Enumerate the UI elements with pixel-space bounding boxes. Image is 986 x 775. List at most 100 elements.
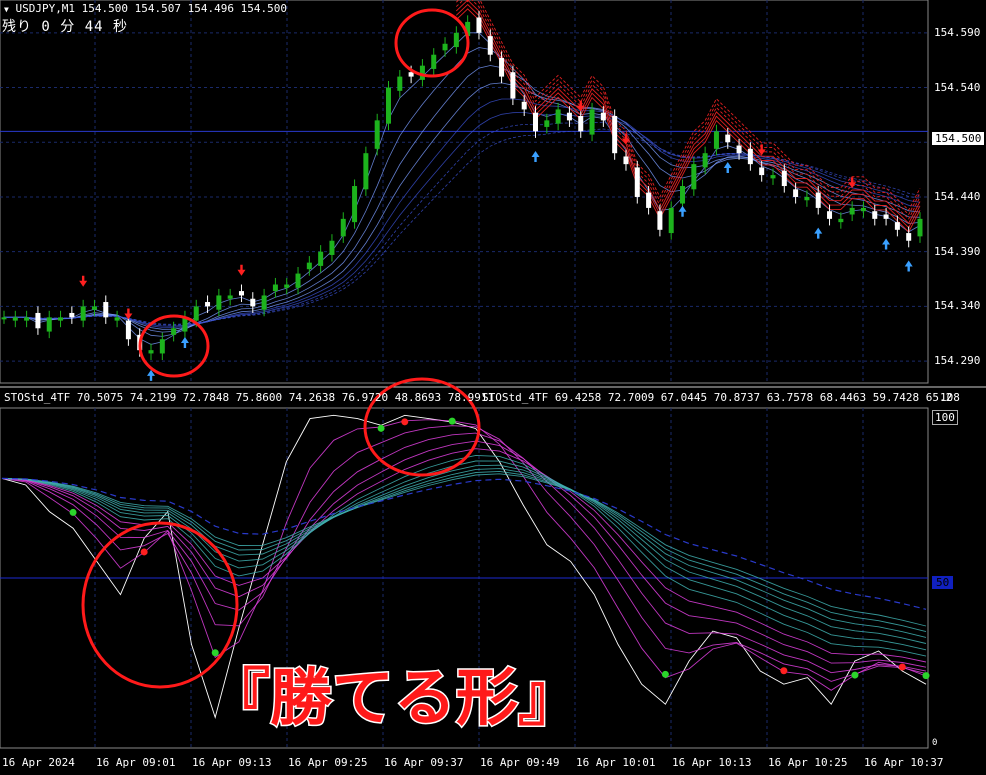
ma-ribbon-line: [4, 47, 921, 337]
candle-body: [770, 175, 776, 179]
candle-body: [431, 54, 437, 69]
stochastic-buy-dot: [922, 672, 930, 680]
candle-body: [646, 192, 652, 208]
stochastic-buy-dot: [377, 424, 385, 432]
symbol-quote-line: ▼ USDJPY,M1 154.500 154.507 154.496 154.…: [4, 2, 287, 16]
candle-body: [238, 291, 244, 296]
candle-body: [272, 284, 278, 292]
candle-body: [815, 192, 821, 208]
time-tick-label: 16 Apr 2024: [2, 756, 75, 769]
candle-body: [804, 196, 810, 201]
stochastic-line: [1, 460, 927, 651]
candle-body: [725, 134, 731, 143]
ma-ribbon-line: [4, 82, 921, 330]
candle-body: [589, 109, 595, 135]
candle-body: [216, 295, 222, 310]
candle-body: [600, 112, 606, 121]
sub-scale-0: 0: [932, 738, 938, 748]
candle-body: [193, 306, 199, 321]
chart-canvas: [0, 0, 986, 749]
candle-body: [352, 186, 358, 223]
candle-body: [691, 164, 697, 190]
candle-body: [793, 189, 799, 197]
stochastic-buy-dot: [661, 670, 669, 678]
candle-body: [702, 153, 708, 168]
candle-body: [533, 112, 539, 132]
sub-scale-50: 50: [932, 576, 954, 589]
buy-arrow-icon: [814, 227, 823, 239]
candle-body: [555, 109, 561, 124]
countdown-timer: 残り 0 分 44 秒: [2, 19, 129, 35]
candle-body: [612, 115, 618, 154]
candle-body: [46, 317, 52, 332]
stochastic-line: [1, 473, 927, 627]
ma-ribbon-line: [4, 111, 921, 327]
candle-body: [306, 262, 312, 270]
candle-body: [894, 222, 900, 230]
candle-body: [125, 320, 131, 340]
stochastic-buy-dot: [211, 649, 219, 657]
time-tick-label: 16 Apr 09:01: [96, 756, 176, 769]
stochastic-buy-dot: [69, 508, 77, 516]
ma-ribbon-line: [4, 32, 921, 345]
ma-ribbon-line: [4, 128, 921, 325]
candle-body: [668, 207, 674, 234]
overlay-caption: 『勝てる形』: [206, 660, 581, 736]
candle-body: [442, 43, 448, 51]
buy-arrow-icon: [723, 161, 732, 173]
candle-body: [453, 32, 459, 48]
candle-body: [566, 112, 572, 121]
stochastic-line: [1, 470, 927, 633]
candle-body: [385, 87, 391, 124]
candle-body: [340, 218, 346, 237]
stochastic-line: [1, 432, 927, 674]
candle-body: [680, 186, 686, 204]
time-tick-label: 16 Apr 10:01: [576, 756, 656, 769]
sell-arrow-icon: [621, 133, 630, 145]
candle-body: [58, 317, 64, 321]
candle-body: [103, 302, 109, 318]
time-tick-label: 16 Apr 10:13: [672, 756, 752, 769]
candle-body: [1, 317, 7, 320]
candle-body: [80, 306, 86, 321]
buy-arrow-icon: [882, 238, 891, 250]
stochastic-buy-dot: [448, 417, 456, 425]
collapse-triangle-icon[interactable]: ▼: [4, 5, 9, 14]
price-tick-label: 154.390: [934, 244, 981, 258]
time-tick-label: 16 Apr 10:37: [864, 756, 944, 769]
current-price-label: 154.500: [932, 132, 985, 145]
candle-body: [284, 284, 290, 288]
candle-body: [657, 211, 663, 230]
candle-body: [827, 211, 833, 219]
signal-arrows: [79, 0, 913, 381]
candle-body: [374, 120, 380, 149]
candle-body: [510, 72, 516, 99]
candle-body: [736, 145, 742, 154]
sub-scale-100: 100: [932, 410, 958, 425]
price-tick-label: 154.340: [934, 299, 981, 313]
candle-body: [318, 251, 324, 266]
sub-scale-max: 108: [940, 391, 960, 404]
candle-body: [849, 207, 855, 215]
buy-arrow-icon: [678, 205, 687, 217]
candle-body: [35, 312, 41, 329]
candle-body: [397, 76, 403, 91]
time-tick-label: 16 Apr 10:25: [768, 756, 848, 769]
symbol-quote-text: USDJPY,M1 154.500 154.507 154.496 154.50…: [15, 2, 287, 15]
stochastic-sell-dot: [140, 548, 148, 556]
stochastic-sell-dot: [898, 663, 906, 671]
buy-arrow-icon: [904, 260, 913, 272]
ma-ribbon-red-line: [455, 3, 921, 229]
indicator-values-line-1: STOStd_4TF 70.5075 74.2199 72.7848 75.86…: [4, 391, 495, 404]
candle-body: [171, 328, 177, 335]
candle-body: [781, 170, 787, 187]
price-tick-label: 154.590: [934, 25, 981, 39]
candle-body: [69, 312, 75, 318]
candle-body: [713, 131, 719, 149]
buy-arrow-icon: [180, 337, 189, 349]
candle-body: [499, 57, 505, 77]
time-tick-label: 16 Apr 09:25: [288, 756, 368, 769]
price-tick-label: 154.290: [934, 354, 981, 368]
price-tick-label: 154.540: [934, 80, 981, 94]
candle-body: [408, 72, 414, 77]
